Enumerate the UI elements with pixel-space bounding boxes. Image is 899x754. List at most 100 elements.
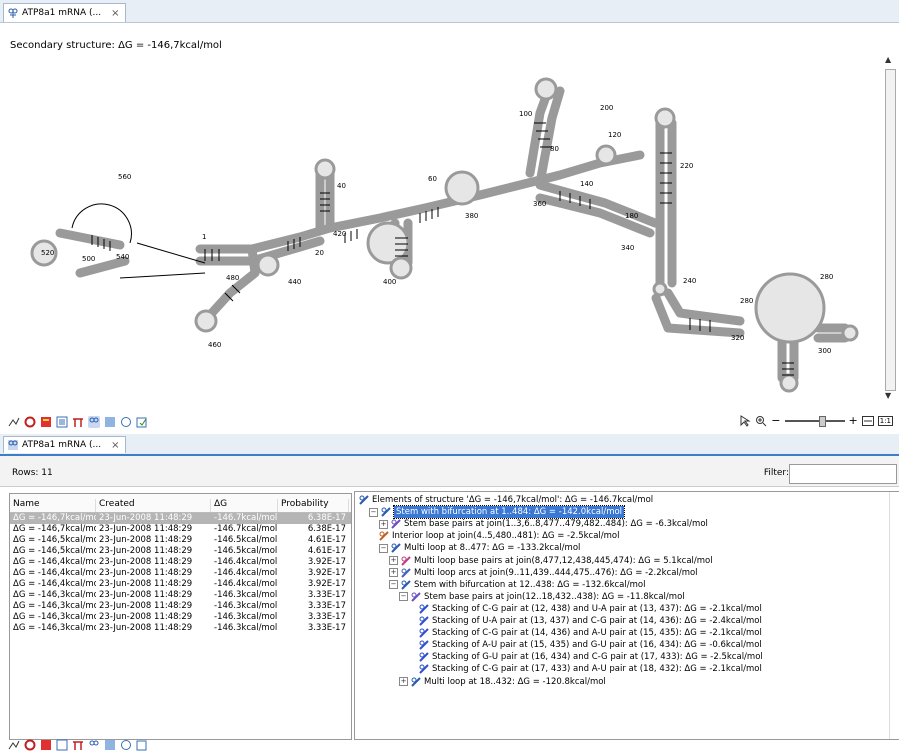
tree-node-label: Multi loop at 18..432: ΔG = -120.8kcal/m… bbox=[424, 676, 606, 687]
cell-probability: 6.38E-17 bbox=[307, 513, 346, 523]
stem-bifurcation-icon bbox=[401, 579, 411, 590]
collapse-icon[interactable]: − bbox=[379, 543, 388, 553]
table-row[interactable]: ΔG = -146,5kcal/mol 23-Jun-2008 11:48:29 -… bbox=[10, 535, 351, 546]
pos-label-280a: 280 bbox=[740, 297, 753, 305]
editor-vertical-scrollbar[interactable]: ▲ ▼ bbox=[883, 55, 897, 405]
graphical-view-icon[interactable] bbox=[40, 739, 52, 751]
table-row[interactable]: ΔG = -146,4kcal/mol 23-Jun-2008 11:48:29 -… bbox=[10, 557, 351, 568]
tree-node[interactable]: Elements of structure 'ΔG = -146,7kcal/m… bbox=[359, 494, 653, 506]
zoom-slider[interactable] bbox=[784, 415, 845, 427]
zoom-100-button[interactable]: 1:1 bbox=[877, 415, 893, 426]
table-row[interactable]: ΔG = -146,4kcal/mol 23-Jun-2008 11:48:29 -… bbox=[10, 579, 351, 590]
text-view-icon[interactable] bbox=[56, 739, 68, 751]
cell-name: ΔG = -146,4kcal/mol bbox=[13, 557, 96, 567]
table-row[interactable]: ΔG = -146,3kcal/mol 23-Jun-2008 11:48:29 -… bbox=[10, 590, 351, 601]
column-header-name[interactable]: Name bbox=[10, 499, 96, 512]
column-header-created[interactable]: Created bbox=[96, 499, 211, 512]
table-tab-bar: ATP8a1 mRNA (... × bbox=[0, 434, 899, 456]
structure-view-icon[interactable] bbox=[88, 739, 100, 751]
fit-width-icon[interactable] bbox=[861, 415, 874, 426]
tree-node[interactable]: + Multi loop base pairs at join(8,477,12,… bbox=[389, 555, 713, 567]
editor-tab-bar: ATP8a1 mRNA (... × bbox=[0, 0, 899, 23]
tab-rna-structure[interactable]: ATP8a1 mRNA (... × bbox=[3, 3, 127, 22]
rna-view-icon[interactable] bbox=[8, 416, 20, 428]
tree-node-label: Stem with bifurcation at 1..484: ΔG = -1… bbox=[392, 505, 626, 520]
scroll-thumb[interactable] bbox=[885, 69, 896, 391]
zoom-out-button[interactable]: − bbox=[771, 414, 780, 427]
collapse-icon[interactable]: − bbox=[369, 507, 378, 517]
filter-input[interactable] bbox=[789, 464, 897, 484]
tree-node[interactable]: + Multi loop arcs at join(9..11,439..444,… bbox=[389, 567, 698, 579]
expand-icon[interactable]: + bbox=[389, 568, 398, 578]
close-icon[interactable]: × bbox=[111, 440, 119, 451]
column-header-dg[interactable]: ΔG bbox=[211, 499, 278, 512]
table-view-toolbar bbox=[0, 736, 899, 754]
tree-node[interactable]: − Stem with bifurcation at 12..438: ΔG = … bbox=[389, 579, 645, 591]
tree-node-label: Multi loop arcs at join(9..11,439..444,4… bbox=[414, 567, 698, 578]
tree-node[interactable]: + Stem base pairs at join(1..3,6..8,477..… bbox=[379, 518, 708, 530]
select-mode-icon[interactable] bbox=[739, 414, 752, 427]
info-view-icon[interactable] bbox=[120, 739, 132, 751]
pos-label-360: 360 bbox=[533, 200, 546, 208]
table-row[interactable]: ΔG = -146,3kcal/mol 23-Jun-2008 11:48:29 -… bbox=[10, 601, 351, 612]
tree-node[interactable]: Stacking of C-G pair at (12, 438) and U-… bbox=[419, 603, 762, 615]
circular-view-icon[interactable] bbox=[24, 416, 36, 428]
collapse-icon[interactable]: − bbox=[389, 580, 398, 590]
cell-created: 23-Jun-2008 11:48:29 bbox=[99, 535, 193, 545]
structure-editor: Secondary structure: ΔG = -146,7kcal/mol bbox=[0, 23, 899, 411]
table-row[interactable]: ΔG = -146,5kcal/mol 23-Jun-2008 11:48:29 -… bbox=[10, 546, 351, 557]
tree-node[interactable]: Stacking of C-G pair at (14, 436) and A-… bbox=[419, 627, 762, 639]
expand-icon[interactable]: + bbox=[399, 677, 408, 686]
cell-name: ΔG = -146,7kcal/mol bbox=[13, 524, 96, 534]
tree-node[interactable]: − Multi loop at 8..477: ΔG = -133.2kcal/m… bbox=[379, 542, 580, 554]
structure-view-icon[interactable] bbox=[88, 416, 100, 428]
expand-icon[interactable]: + bbox=[379, 519, 388, 529]
zoom-in-mode-icon[interactable] bbox=[755, 415, 767, 427]
history-view-icon[interactable] bbox=[104, 739, 116, 751]
close-icon[interactable]: × bbox=[111, 8, 119, 19]
table-view-icon[interactable] bbox=[72, 739, 84, 751]
text-view-icon[interactable] bbox=[56, 416, 68, 428]
tree-vertical-scrollbar[interactable] bbox=[889, 492, 899, 739]
scroll-up-icon[interactable]: ▲ bbox=[885, 55, 891, 64]
pos-label-120: 120 bbox=[608, 131, 621, 139]
expand-icon[interactable]: + bbox=[389, 556, 398, 565]
annotation-view-icon[interactable] bbox=[136, 739, 148, 751]
table-row[interactable]: ΔG = -146,7kcal/mol 23-Jun-2008 11:48:29 -… bbox=[10, 524, 351, 535]
table-view-icon[interactable] bbox=[72, 416, 84, 428]
cell-name: ΔG = -146,4kcal/mol bbox=[13, 579, 96, 589]
info-view-icon[interactable] bbox=[120, 416, 132, 428]
tree-node[interactable]: Stacking of U-A pair at (13, 437) and C-… bbox=[419, 615, 762, 627]
table-row[interactable]: ΔG = -146,3kcal/mol 23-Jun-2008 11:48:29 -… bbox=[10, 612, 351, 623]
annotation-view-icon[interactable] bbox=[136, 416, 148, 428]
editor-view-toolbar: − + 1:1 bbox=[0, 413, 899, 431]
graphical-view-icon[interactable] bbox=[40, 416, 52, 428]
cell-name: ΔG = -146,3kcal/mol bbox=[13, 590, 96, 600]
zoom-slider-knob[interactable] bbox=[818, 415, 826, 427]
tree-node-label: Stacking of A-U pair at (15, 435) and G-… bbox=[432, 640, 762, 651]
tree-node[interactable]: Stacking of G-U pair at (16, 434) and C-… bbox=[419, 651, 763, 663]
scroll-down-icon[interactable]: ▼ bbox=[885, 391, 891, 400]
tab-structure-table[interactable]: ATP8a1 mRNA (... × bbox=[3, 436, 127, 453]
tree-node[interactable]: − Stem base pairs at join(12..18,432..438… bbox=[399, 591, 685, 603]
collapse-icon[interactable]: − bbox=[399, 592, 408, 602]
structure-elements-tree: Elements of structure 'ΔG = -146,7kcal/m… bbox=[354, 491, 899, 740]
column-header-probability[interactable]: Probability bbox=[278, 499, 349, 512]
tree-node[interactable]: − Stem with bifurcation at 1..484: ΔG = -… bbox=[369, 505, 626, 520]
secondary-structure-drawing[interactable]: 1 20 40 60 80 100 120 140 180 200 220 24… bbox=[0, 23, 880, 411]
tree-node[interactable]: + Multi loop at 18..432: ΔG = -120.8kcal/… bbox=[399, 676, 606, 688]
history-view-icon[interactable] bbox=[104, 416, 116, 428]
cell-probability: 6.38E-17 bbox=[307, 524, 346, 534]
cell-created: 23-Jun-2008 11:48:29 bbox=[99, 513, 193, 523]
tree-node[interactable]: Stacking of A-U pair at (15, 435) and G-… bbox=[419, 639, 762, 651]
circular-view-icon[interactable] bbox=[24, 739, 36, 751]
zoom-in-button[interactable]: + bbox=[849, 414, 858, 427]
tree-node[interactable]: Interior loop at join(4..5,480..481): ΔG… bbox=[379, 530, 619, 542]
tree-node[interactable]: Stacking of C-G pair at (17, 433) and A-… bbox=[419, 663, 762, 675]
table-row[interactable]: ΔG = -146,3kcal/mol 23-Jun-2008 11:48:29 -… bbox=[10, 623, 351, 634]
rna-view-icon[interactable] bbox=[8, 739, 20, 751]
stacking-icon bbox=[419, 664, 429, 675]
table-row[interactable]: ΔG = -146,4kcal/mol 23-Jun-2008 11:48:29 -… bbox=[10, 568, 351, 579]
cell-name: ΔG = -146,3kcal/mol bbox=[13, 623, 96, 633]
table-row[interactable]: ΔG = -146,7kcal/mol 23-Jun-2008 11:48:29 -… bbox=[10, 513, 351, 524]
